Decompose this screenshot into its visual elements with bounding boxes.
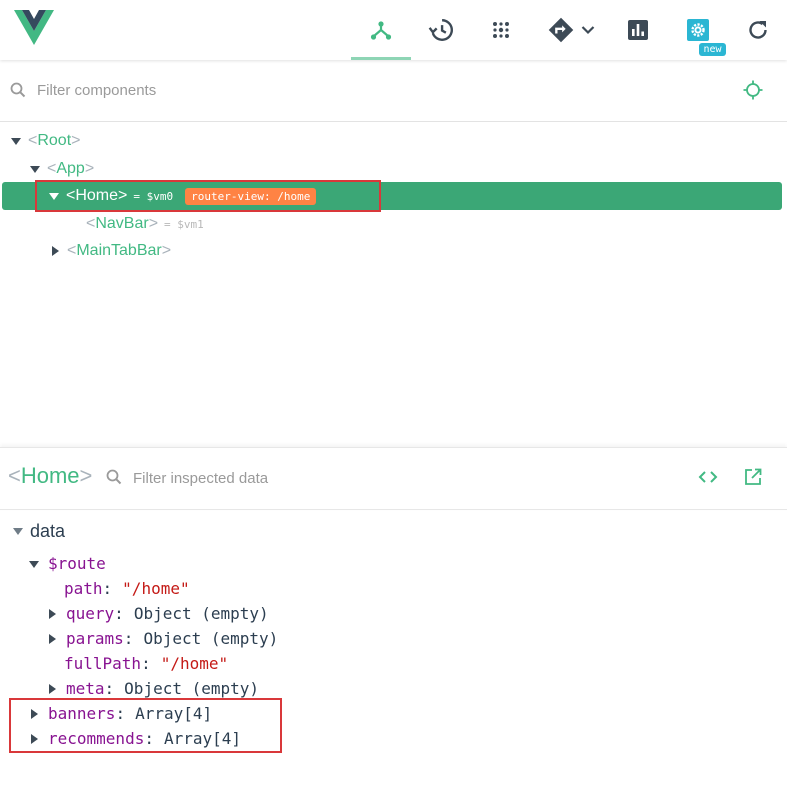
routing-icon xyxy=(547,16,575,44)
component-name: MainTabBar xyxy=(76,242,162,259)
new-badge: new xyxy=(699,43,726,56)
data-value: "/home" xyxy=(122,579,190,598)
highlight-box-data xyxy=(9,698,282,753)
data-key: meta xyxy=(66,679,105,698)
data-value: "/home" xyxy=(160,654,229,673)
tree-node-navbar[interactable]: < NavBar > = $vm1 xyxy=(86,210,204,238)
component-name: NavBar xyxy=(95,215,149,232)
collapse-arrow-icon[interactable] xyxy=(10,135,22,147)
settings-gear-icon xyxy=(686,18,710,42)
expand-arrow-icon[interactable] xyxy=(49,245,61,257)
tag-open-bracket: < xyxy=(86,215,96,232)
tag-open-bracket: < xyxy=(67,242,77,259)
data-key: path xyxy=(64,579,103,598)
select-component-target-icon[interactable] xyxy=(743,80,763,104)
expand-arrow-icon[interactable] xyxy=(46,683,58,695)
component-name: App xyxy=(56,160,85,177)
bar-chart-icon xyxy=(626,18,650,42)
search-icon xyxy=(106,469,122,489)
data-row-fullpath: fullPath: "/home" xyxy=(64,654,229,673)
data-row-route[interactable]: $route xyxy=(28,551,106,576)
tag-open-bracket: < xyxy=(8,463,21,488)
data-row-query[interactable]: query: Object (empty) xyxy=(46,601,269,626)
inspect-dom-code-icon[interactable] xyxy=(698,468,718,490)
refresh-icon xyxy=(746,18,770,42)
tag-close-bracket: > xyxy=(79,463,93,488)
component-tree: < Root > < App > < Home > = $vm0 router-view: … xyxy=(0,122,787,447)
expand-arrow-icon[interactable] xyxy=(46,608,58,620)
open-in-editor-icon[interactable] xyxy=(744,468,762,490)
data-row-path: path: "/home" xyxy=(64,579,190,598)
tree-node-root[interactable]: < Root > xyxy=(10,127,80,155)
vm-ref: = $vm1 xyxy=(164,217,204,231)
filter-inspected-data-input[interactable] xyxy=(133,466,673,490)
data-value: Object (empty) xyxy=(124,679,260,698)
vuex-dots-icon xyxy=(489,18,513,42)
expand-arrow-icon[interactable] xyxy=(46,633,58,645)
inspected-data-panel: data $route path: "/home" query: Object … xyxy=(0,510,787,800)
inspector-header: <Home> xyxy=(0,447,787,510)
data-value: Object (empty) xyxy=(133,604,269,623)
tree-node-maintabbar[interactable]: < MainTabBar > xyxy=(49,237,171,265)
vuex-tab[interactable] xyxy=(487,8,515,52)
data-key: params xyxy=(66,629,124,648)
section-title: data xyxy=(30,520,66,541)
chevron-down-icon xyxy=(581,25,595,35)
data-key: query xyxy=(66,604,115,623)
history-tab[interactable] xyxy=(427,8,455,52)
tag-close-bracket: > xyxy=(71,132,81,149)
component-filter-bar xyxy=(0,60,787,122)
components-tab[interactable] xyxy=(351,8,411,60)
performance-tab[interactable] xyxy=(625,8,651,52)
data-section-header[interactable]: data xyxy=(12,520,65,542)
inspected-component-title: <Home> xyxy=(8,463,92,489)
tag-close-bracket: > xyxy=(84,160,95,177)
tag-open-bracket: < xyxy=(28,132,38,149)
vue-logo-icon xyxy=(14,10,54,46)
data-value: Object (empty) xyxy=(143,629,279,648)
refresh-button[interactable] xyxy=(745,8,771,52)
data-key: $route xyxy=(48,554,106,573)
tag-close-bracket: > xyxy=(161,242,172,259)
search-icon xyxy=(10,82,26,102)
component-name: Home xyxy=(20,463,80,488)
tag-open-bracket: < xyxy=(47,160,57,177)
tag-close-bracket: > xyxy=(148,215,159,232)
highlight-box-home xyxy=(35,180,381,212)
data-row-params[interactable]: params: Object (empty) xyxy=(46,626,278,651)
filter-components-input[interactable] xyxy=(37,78,677,102)
devtools-toolbar: new xyxy=(0,0,787,60)
collapse-arrow-icon[interactable] xyxy=(29,163,41,175)
component-tree-icon xyxy=(369,18,393,42)
collapse-arrow-icon[interactable] xyxy=(28,558,40,570)
history-icon xyxy=(428,17,454,43)
component-name: Root xyxy=(37,132,72,149)
router-tab[interactable] xyxy=(545,8,597,52)
collapse-arrow-icon[interactable] xyxy=(12,525,24,537)
tree-node-app[interactable]: < App > xyxy=(29,155,94,183)
data-key: fullPath xyxy=(64,654,142,673)
